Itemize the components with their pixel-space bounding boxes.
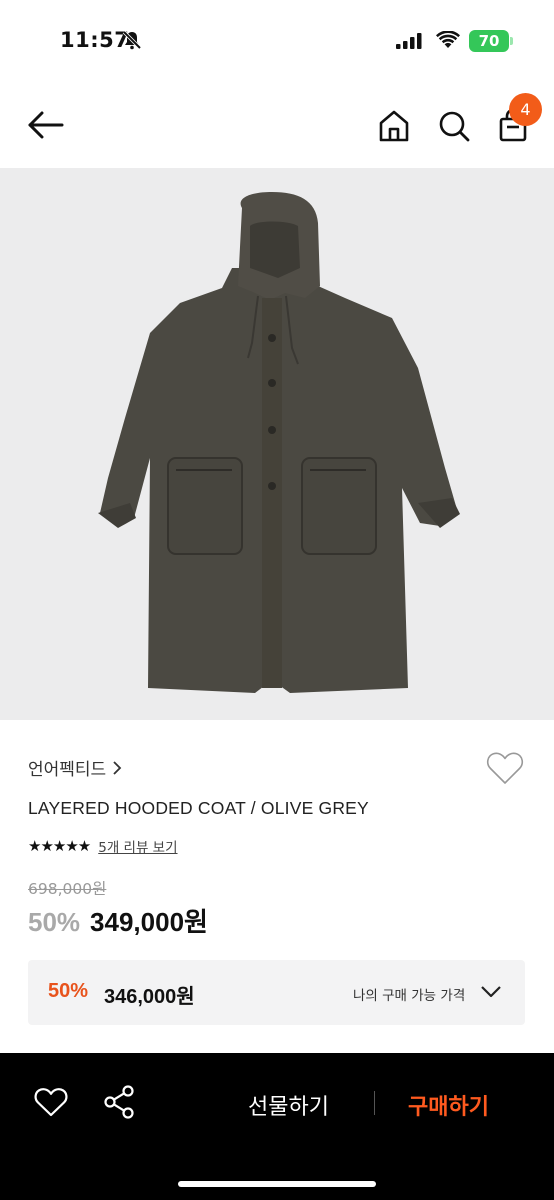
battery-cap (510, 37, 513, 45)
chevron-down-icon[interactable] (480, 985, 502, 999)
divider (374, 1091, 375, 1115)
home-icon[interactable] (376, 108, 412, 144)
status-time: 11:57 (60, 28, 130, 52)
review-link[interactable]: 5개 리뷰 보기 (98, 836, 177, 856)
back-arrow-icon[interactable] (26, 108, 66, 142)
coat-illustration (98, 192, 460, 693)
buy-button[interactable]: 구매하기 (408, 1089, 489, 1121)
battery-indicator: 70 (469, 30, 509, 52)
brand-name: 언어펙티드 (28, 760, 107, 780)
share-icon[interactable] (102, 1084, 136, 1120)
top-nav: 4 (0, 80, 554, 168)
wishlist-heart-icon[interactable] (486, 750, 524, 786)
bell-muted-icon (122, 30, 142, 50)
my-price-panel[interactable]: 50% 346,000원 나의 구매 가능 가격 (28, 960, 525, 1025)
cart-count-badge: 4 (509, 93, 542, 126)
discount-rate: 50% (28, 907, 81, 937)
price-row: 50% 349,000원 (28, 902, 208, 939)
chevron-right-icon (113, 760, 122, 775)
original-price: 698,000원 (28, 880, 107, 898)
search-icon[interactable] (436, 108, 472, 144)
status-bar: 11:57 70 (0, 0, 554, 80)
cellular-signal-icon (396, 33, 422, 49)
my-discount-rate: 50% (48, 980, 89, 1002)
bottom-action-bar: 선물하기 구매하기 (0, 1053, 554, 1200)
wifi-icon (436, 31, 460, 48)
my-price-value: 346,000원 (104, 986, 195, 1008)
product-image[interactable] (0, 168, 554, 720)
product-name: LAYERED HOODED COAT / OLIVE GREY (28, 798, 369, 818)
gift-button[interactable]: 선물하기 (248, 1089, 329, 1121)
heart-icon[interactable] (34, 1086, 68, 1118)
rating-stars: ★★★★★ (28, 837, 91, 855)
rating-row: ★★★★★ 5개 리뷰 보기 (28, 836, 178, 856)
brand-link[interactable]: 언어펙티드 (28, 755, 122, 780)
sale-price: 349,000원 (90, 907, 208, 937)
my-price-label: 나의 구매 가능 가격 (353, 988, 466, 1004)
home-indicator[interactable] (178, 1181, 376, 1187)
